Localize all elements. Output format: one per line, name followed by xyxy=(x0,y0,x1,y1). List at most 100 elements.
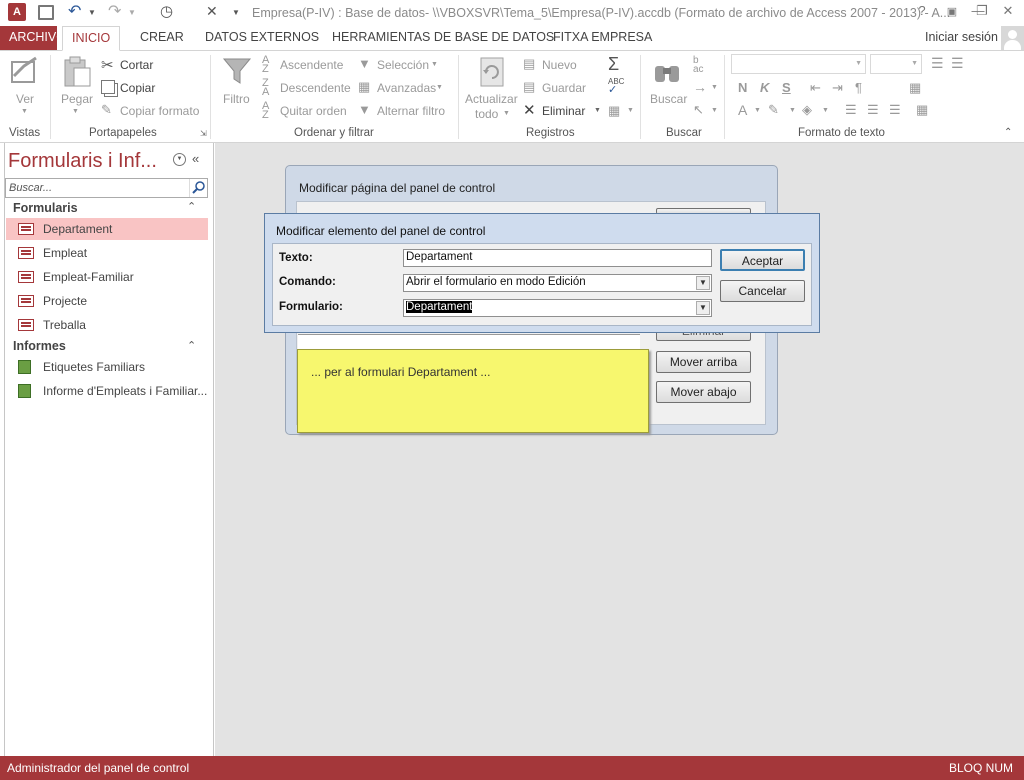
collapse-section-icon[interactable]: ⌃ xyxy=(187,339,196,352)
redo-icon[interactable]: ↷ xyxy=(108,1,121,20)
select-dropdown-icon[interactable]: ▼ xyxy=(711,107,718,114)
search-icon[interactable] xyxy=(189,179,207,197)
nav-item-informe-empleats[interactable]: Informe d'Empleats i Familiar... xyxy=(6,380,208,402)
select-icon[interactable]: ↖ xyxy=(693,102,704,118)
section-formularis[interactable]: Formularis xyxy=(13,201,78,215)
delete-dropdown-icon[interactable]: ▼ xyxy=(594,107,601,114)
section-informes[interactable]: Informes xyxy=(13,339,66,353)
new-record-button[interactable]: Nuevo xyxy=(542,58,577,72)
tab-datos-externos[interactable]: DATOS EXTERNOS xyxy=(196,26,328,50)
refresh-dropdown-icon[interactable]: ▼ xyxy=(503,110,510,117)
selection-dropdown-icon[interactable]: ▼ xyxy=(431,61,438,68)
ltr-icon[interactable]: ¶ xyxy=(855,80,862,95)
sort-descending-button[interactable]: Descendente xyxy=(280,81,351,95)
paste-dropdown-icon[interactable]: ▼ xyxy=(72,108,79,115)
paste-icon[interactable] xyxy=(62,56,92,88)
align-left-icon[interactable]: ☰ xyxy=(845,102,857,118)
undo-icon[interactable]: ↶ xyxy=(68,1,81,20)
gridlines-icon[interactable]: ▦ xyxy=(909,80,921,96)
help-button[interactable]: ? xyxy=(908,3,936,23)
access-app-icon[interactable]: A xyxy=(8,3,26,21)
italic-button[interactable]: K xyxy=(760,80,769,95)
nav-item-projecte[interactable]: Projecte xyxy=(6,290,208,312)
user-avatar[interactable] xyxy=(1001,26,1024,50)
accept-button[interactable]: Aceptar xyxy=(720,249,805,271)
refresh-icon[interactable] xyxy=(477,56,507,88)
tab-herramientas[interactable]: HERRAMIENTAS DE BASE DE DATOS xyxy=(323,26,563,50)
advanced-dropdown-icon[interactable]: ▼ xyxy=(436,84,443,91)
customize-qat-icon[interactable]: ▼ xyxy=(232,8,240,26)
tab-archivo[interactable]: ARCHIVO xyxy=(0,26,66,50)
save-record-button[interactable]: Guardar xyxy=(542,81,586,95)
font-size-dropdown[interactable]: ▼ xyxy=(870,54,922,74)
filter-button[interactable]: Filtro xyxy=(223,92,250,106)
outdent-icon[interactable]: ⇥ xyxy=(832,80,843,96)
close-button[interactable]: ✕ xyxy=(994,3,1022,23)
selection-button[interactable]: Selección xyxy=(377,58,429,72)
command-select[interactable]: Abrir el formulario en modo Edición ▼ xyxy=(403,274,712,292)
chevron-down-icon[interactable]: ▼ xyxy=(696,276,710,290)
goto-dropdown-icon[interactable]: ▼ xyxy=(711,84,718,91)
move-down-button[interactable]: Mover abajo xyxy=(656,381,751,403)
text-input[interactable]: Departament xyxy=(403,249,712,267)
advanced-button[interactable]: Avanzadas xyxy=(377,81,436,95)
form-select[interactable]: Departament ▼ xyxy=(403,299,712,317)
numbering-icon[interactable]: ☰ xyxy=(951,55,964,72)
find-button[interactable]: Buscar xyxy=(650,92,687,106)
view-button[interactable]: Ver xyxy=(16,92,34,106)
cancel-button[interactable]: Cancelar xyxy=(720,280,805,302)
align-right-icon[interactable]: ☰ xyxy=(889,102,901,118)
history-icon[interactable]: ◷ xyxy=(160,2,173,20)
highlight-dropdown-icon[interactable]: ▼ xyxy=(789,107,796,114)
align-center-icon[interactable]: ☰ xyxy=(867,102,879,118)
refresh-all-sub[interactable]: todo xyxy=(475,107,498,121)
view-dropdown-icon[interactable]: ▼ xyxy=(21,108,28,115)
totals-icon[interactable]: Σ xyxy=(608,54,619,75)
redo-dropdown-icon[interactable]: ▼ xyxy=(128,8,136,26)
font-color-dropdown-icon[interactable]: ▼ xyxy=(754,107,761,114)
more-icon[interactable]: ▦ xyxy=(608,103,620,119)
sort-ascending-button[interactable]: Ascendente xyxy=(280,58,343,72)
collapse-nav-icon[interactable]: « xyxy=(192,151,199,166)
tab-crear[interactable]: CREAR xyxy=(131,26,193,50)
more-dropdown-icon[interactable]: ▼ xyxy=(627,107,634,114)
copy-button[interactable]: Copiar xyxy=(120,81,155,95)
signin-link[interactable]: Iniciar sesión xyxy=(916,26,1007,50)
delete-record-button[interactable]: Eliminar xyxy=(542,104,585,118)
nav-menu-dropdown-icon[interactable]: ▼ xyxy=(173,153,186,166)
replace-icon[interactable]: b ac xyxy=(693,56,704,75)
toggle-filter-button[interactable]: Alternar filtro xyxy=(377,104,445,118)
fill-color-dropdown-icon[interactable]: ▼ xyxy=(822,107,829,114)
save-icon[interactable] xyxy=(38,5,54,20)
font-color-button[interactable]: A xyxy=(738,102,747,118)
view-icon[interactable] xyxy=(10,56,40,86)
nav-pane-title[interactable]: Formularis i Inf... xyxy=(8,150,157,173)
bullets-icon[interactable]: ☰ xyxy=(931,55,944,72)
highlight-icon[interactable]: ✎ xyxy=(768,102,779,118)
nav-item-empleat-familiar[interactable]: Empleat-Familiar xyxy=(6,266,208,288)
format-painter-button[interactable]: Copiar formato xyxy=(120,104,199,118)
bold-button[interactable]: N xyxy=(738,80,747,95)
close-file-icon[interactable]: ✕ xyxy=(206,3,218,21)
move-up-button[interactable]: Mover arriba xyxy=(656,351,751,373)
tab-fitxa-empresa[interactable]: FITXA EMPRESA xyxy=(544,26,661,50)
tab-inicio[interactable]: INICIO xyxy=(62,26,121,51)
nav-item-etiquetes-familiars[interactable]: Etiquetes Familiars xyxy=(6,356,208,378)
cut-button[interactable]: Cortar xyxy=(120,58,153,72)
spelling-icon[interactable]: ABC ✓ xyxy=(608,78,624,96)
paste-button[interactable]: Pegar xyxy=(61,92,93,106)
underline-button[interactable]: S xyxy=(782,80,791,95)
dialog-launcher-icon[interactable]: ⇲ xyxy=(200,129,207,138)
refresh-all-button[interactable]: Actualizar xyxy=(465,92,518,106)
filter-icon[interactable] xyxy=(222,56,252,86)
indent-icon[interactable]: ⇤ xyxy=(810,80,821,96)
fill-color-icon[interactable]: ◈ xyxy=(802,102,812,118)
nav-item-departament[interactable]: Departament xyxy=(6,218,208,240)
nav-item-treballa[interactable]: Treballa xyxy=(6,314,208,336)
chevron-down-icon[interactable]: ▼ xyxy=(696,301,710,315)
nav-item-empleat[interactable]: Empleat xyxy=(6,242,208,264)
goto-icon[interactable]: → xyxy=(693,79,707,95)
nav-search-input[interactable]: Buscar... xyxy=(5,178,208,198)
collapse-section-icon[interactable]: ⌃ xyxy=(187,200,196,213)
alt-row-color-icon[interactable]: ▦ xyxy=(916,102,928,118)
